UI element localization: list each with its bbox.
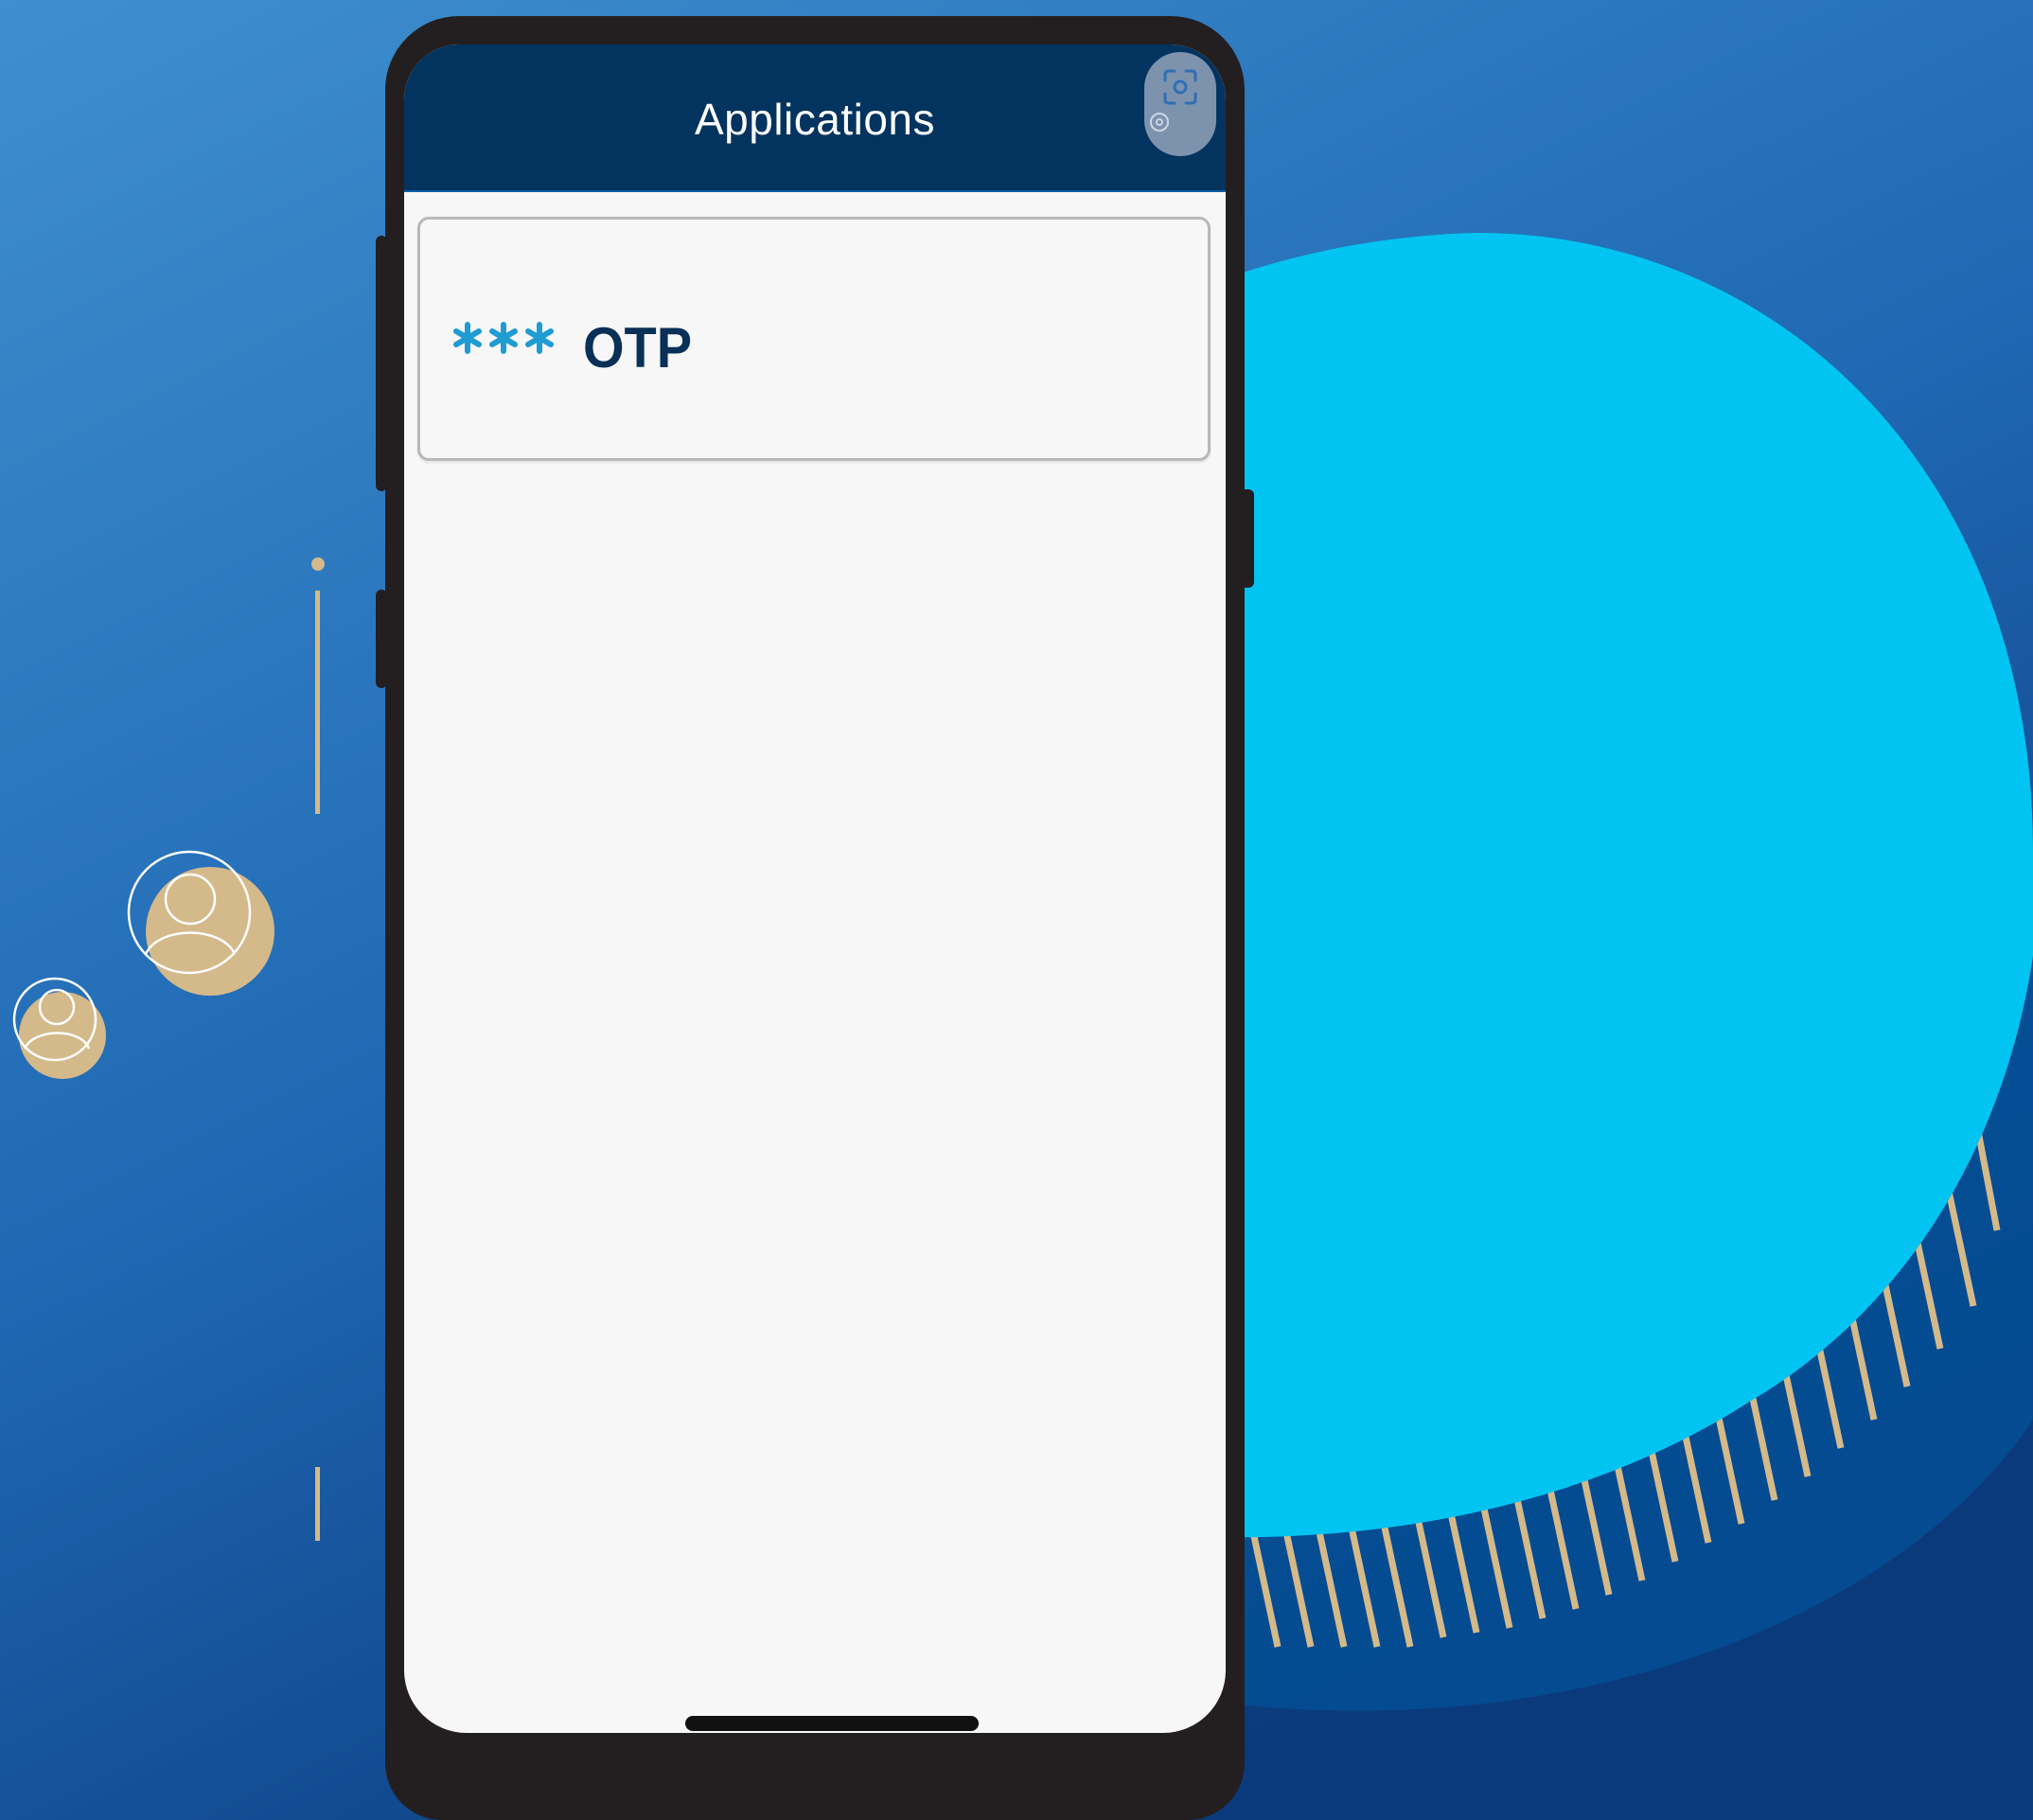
scan-button[interactable] (1144, 52, 1216, 156)
asterisks-icon (453, 322, 554, 354)
qr-scan-icon (1150, 69, 1197, 132)
phone-side-button-left-2 (376, 590, 387, 688)
phone-side-button-right (1241, 489, 1254, 588)
phone-frame: Applications OTP (376, 16, 1254, 1820)
phone-screen: Applications OTP (404, 44, 1226, 1733)
home-indicator (685, 1716, 979, 1731)
list-item-otp[interactable]: OTP (417, 217, 1211, 461)
page-title: Applications (694, 95, 936, 144)
app-header: Applications (404, 44, 1226, 192)
otp-label: OTP (583, 315, 693, 380)
phone-side-button-left-1 (376, 236, 387, 491)
